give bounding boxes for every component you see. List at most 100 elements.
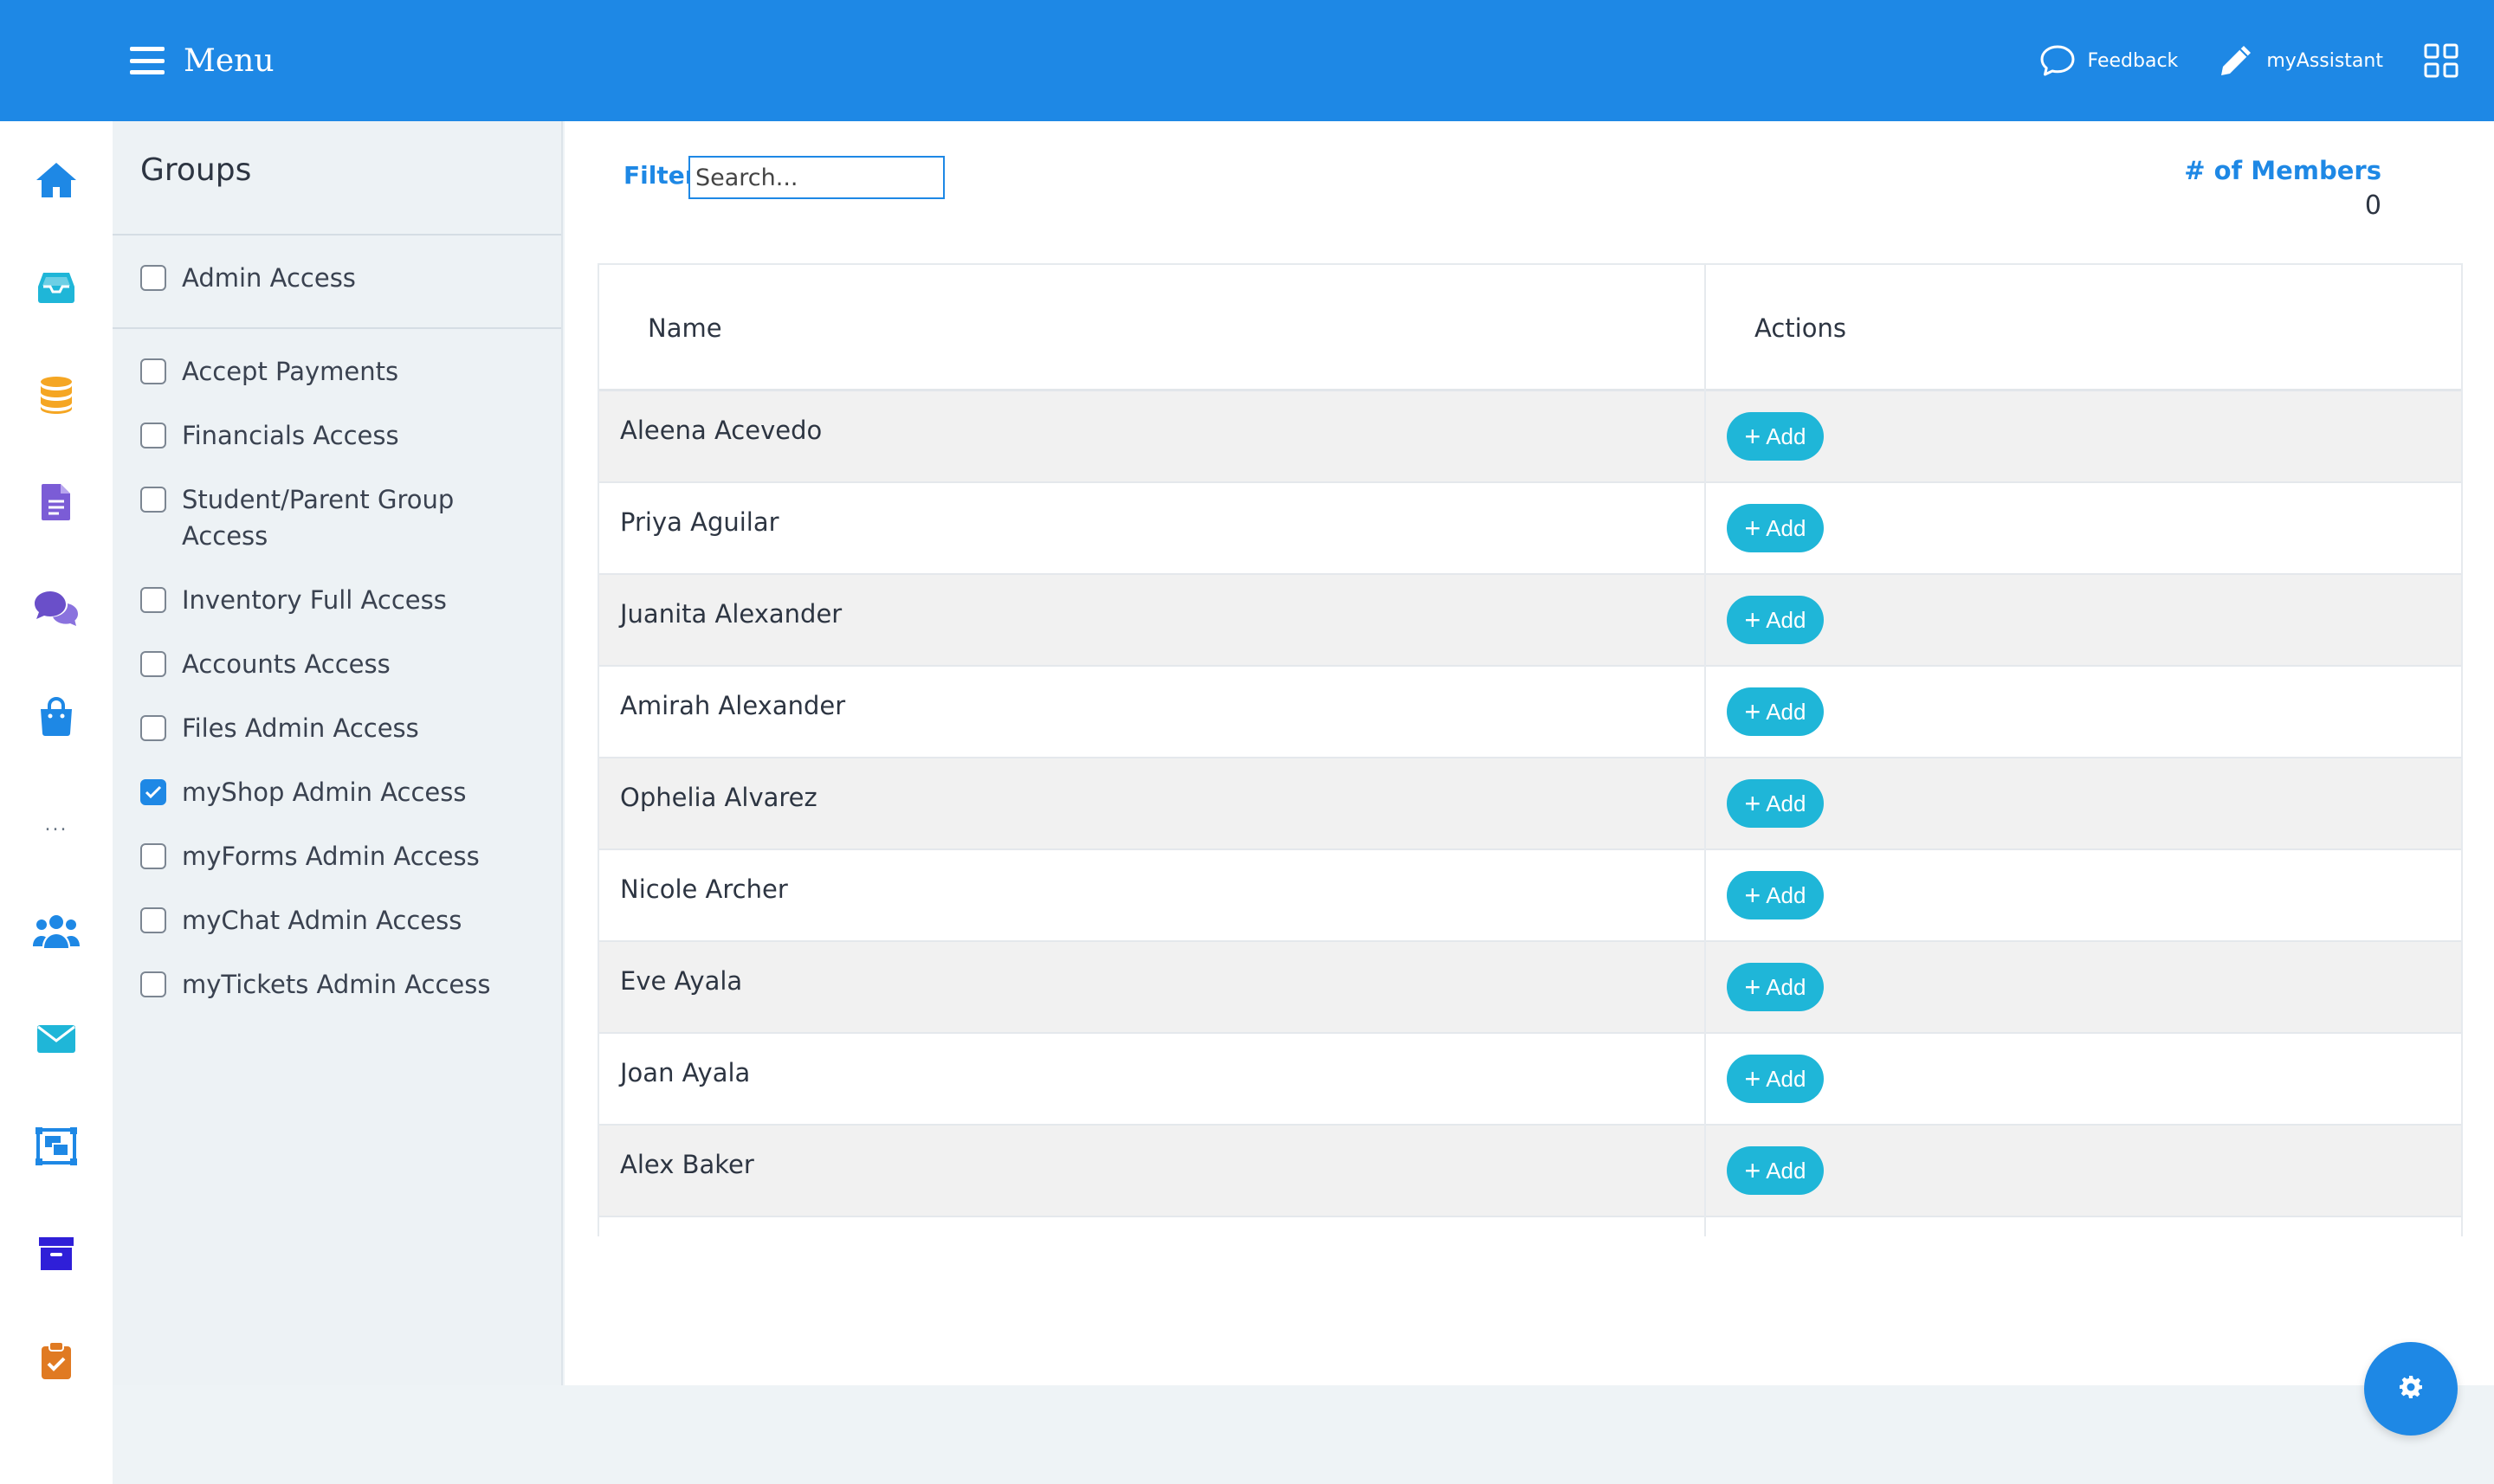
checkbox[interactable]: [140, 358, 166, 384]
plus-icon: +: [1744, 971, 1761, 1003]
myassistant-label: myAssistant: [2266, 49, 2383, 72]
checkbox[interactable]: [140, 265, 166, 291]
table-header: Name Actions: [599, 265, 2461, 391]
column-header-actions: Actions: [1754, 313, 1846, 343]
add-button[interactable]: + Add: [1727, 963, 1824, 1011]
plus-icon: +: [1744, 696, 1761, 727]
members-panel: Filter # of Members 0 Name Actions Aleen…: [565, 121, 2494, 1385]
pencil-icon: [2218, 42, 2254, 79]
myassistant-button[interactable]: myAssistant: [2218, 42, 2383, 79]
group-label: Inventory Full Access: [182, 585, 447, 615]
checkbox-checked[interactable]: [140, 779, 166, 805]
plus-icon: +: [1744, 880, 1761, 911]
member-name: Nicole Archer: [620, 874, 788, 904]
add-button[interactable]: + Add: [1727, 779, 1824, 828]
table-row: Priya Aguilar + Add: [599, 483, 2461, 575]
chat-bubbles-icon[interactable]: [32, 585, 81, 634]
shopping-bag-icon[interactable]: [32, 693, 81, 741]
gear-icon: [2398, 1374, 2424, 1403]
plus-icon: +: [1744, 1155, 1761, 1186]
members-table: Name Actions Aleena Acevedo + Add Priya A…: [598, 263, 2463, 1236]
more-dots-icon[interactable]: ...: [32, 800, 81, 848]
plus-icon: +: [1744, 1063, 1761, 1094]
add-button[interactable]: + Add: [1727, 596, 1824, 644]
checkmark-icon: [145, 785, 162, 799]
checkbox[interactable]: [140, 971, 166, 997]
feedback-button[interactable]: Feedback: [2039, 44, 2179, 77]
group-item-financials-access[interactable]: Financials Access: [140, 417, 539, 454]
checkbox[interactable]: [140, 715, 166, 741]
checkbox[interactable]: [140, 487, 166, 513]
grid-icon: [2423, 42, 2459, 79]
add-button[interactable]: + Add: [1727, 871, 1824, 919]
table-row: Eve Ayala + Add: [599, 942, 2461, 1034]
home-icon[interactable]: [32, 156, 81, 204]
group-item-myforms-admin-access[interactable]: myForms Admin Access: [140, 838, 539, 874]
gallery-icon[interactable]: [32, 1122, 81, 1171]
document-icon[interactable]: [32, 478, 81, 526]
group-item-files-admin-access[interactable]: Files Admin Access: [140, 710, 539, 746]
menu-label: Menu: [184, 42, 275, 79]
group-label: Financials Access: [182, 421, 399, 450]
divider: [113, 234, 561, 236]
group-item-student-parent-group-access[interactable]: Student/Parent Group Access: [140, 481, 539, 554]
table-row: Amirah Alexander + Add: [599, 667, 2461, 758]
checkbox[interactable]: [140, 587, 166, 613]
speech-bubble-icon: [2039, 44, 2076, 77]
column-header-name[interactable]: Name: [648, 265, 722, 391]
member-name: Juanita Alexander: [620, 599, 843, 629]
top-actions: Feedback myAssistant: [2039, 35, 2459, 87]
table-row: Juanita Alexander + Add: [599, 575, 2461, 667]
column-divider: [1704, 265, 1706, 1236]
checkbox[interactable]: [140, 651, 166, 677]
group-label: Accept Payments: [182, 357, 399, 386]
groups-title: Groups: [140, 152, 252, 188]
icon-rail: ...: [0, 121, 113, 1484]
table-row: Nicole Archer + Add: [599, 850, 2461, 942]
top-bar: Menu Feedback myAssistant: [0, 0, 2494, 121]
group-label: myTickets Admin Access: [182, 970, 491, 999]
members-count-label: # of Members: [2184, 156, 2381, 185]
database-icon[interactable]: [32, 371, 81, 419]
group-label: Admin Access: [182, 263, 356, 293]
group-label: myShop Admin Access: [182, 777, 467, 807]
group-item-admin-access[interactable]: Admin Access: [140, 260, 539, 296]
members-count-value: 0: [2364, 190, 2381, 221]
table-row: Joan Ayala + Add: [599, 1034, 2461, 1126]
add-button[interactable]: + Add: [1727, 504, 1824, 552]
divider: [113, 327, 561, 329]
member-name: Ophelia Alvarez: [620, 783, 817, 812]
group-item-accounts-access[interactable]: Accounts Access: [140, 646, 539, 682]
member-name: Priya Aguilar: [620, 507, 779, 537]
checkbox[interactable]: [140, 907, 166, 933]
group-item-accept-payments[interactable]: Accept Payments: [140, 353, 539, 390]
group-item-myshop-admin-access[interactable]: myShop Admin Access: [140, 774, 539, 810]
add-button[interactable]: + Add: [1727, 412, 1824, 461]
checkbox[interactable]: [140, 843, 166, 869]
checkbox[interactable]: [140, 423, 166, 448]
group-label: Files Admin Access: [182, 713, 419, 743]
add-button[interactable]: + Add: [1727, 1055, 1824, 1103]
group-item-mytickets-admin-access[interactable]: myTickets Admin Access: [140, 966, 539, 1003]
table-row: Aleena Acevedo + Add: [599, 391, 2461, 483]
table-row: Ophelia Alvarez + Add: [599, 758, 2461, 850]
group-item-mychat-admin-access[interactable]: myChat Admin Access: [140, 902, 539, 939]
group-label: myForms Admin Access: [182, 842, 480, 871]
settings-fab[interactable]: [2364, 1342, 2458, 1436]
group-label: myChat Admin Access: [182, 906, 462, 935]
inbox-icon[interactable]: [32, 263, 81, 312]
feedback-label: Feedback: [2087, 49, 2179, 72]
add-button[interactable]: + Add: [1727, 1146, 1824, 1195]
member-name: Alex Baker: [620, 1150, 754, 1179]
apps-grid-button[interactable]: [2423, 42, 2459, 79]
group-item-inventory-full-access[interactable]: Inventory Full Access: [140, 582, 539, 618]
clipboard-check-icon[interactable]: [32, 1337, 81, 1385]
filter-label: Filter: [624, 161, 697, 190]
menu-button[interactable]: Menu: [130, 35, 275, 87]
search-input[interactable]: [688, 156, 945, 199]
users-icon[interactable]: [32, 907, 81, 956]
mail-icon[interactable]: [32, 1015, 81, 1063]
add-button[interactable]: + Add: [1727, 687, 1824, 736]
archive-icon[interactable]: [32, 1229, 81, 1278]
plus-icon: +: [1744, 513, 1761, 544]
